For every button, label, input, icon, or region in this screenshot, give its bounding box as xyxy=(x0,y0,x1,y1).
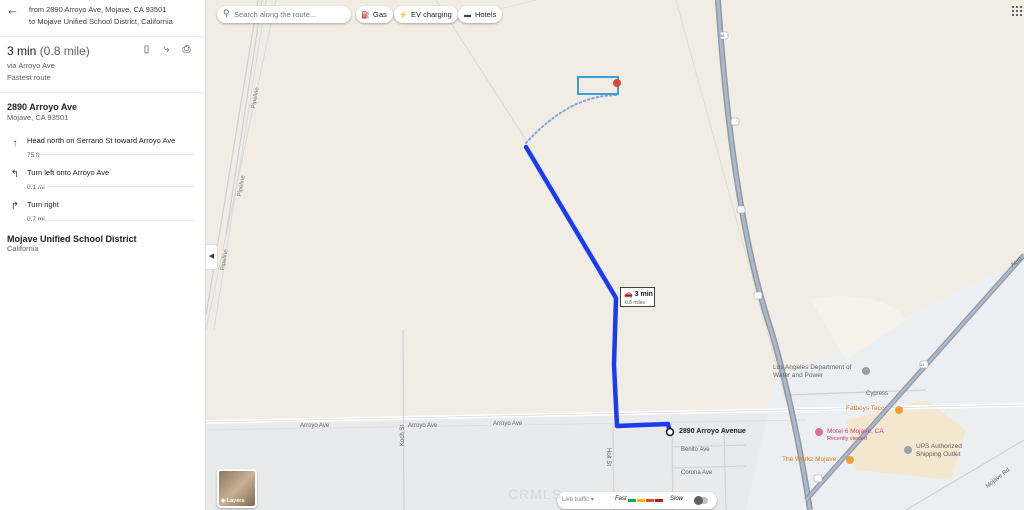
directions-panel: ← from 2890 Arroyo Ave, Mojave, CA 93501… xyxy=(0,0,206,510)
chevron-down-icon: ▾ xyxy=(590,497,594,503)
watermark: CRMLS xyxy=(508,486,563,502)
traffic-legend: Live traffic ▾ Fast Slow xyxy=(557,492,717,509)
layers-label: ◈ Layers xyxy=(221,498,245,504)
street-label-corona-ave: Corona Ave xyxy=(681,470,713,476)
traffic-swatch xyxy=(637,499,645,502)
map-graphics xyxy=(206,0,1024,510)
street-label-arroyo-ave: Arroyo Ave xyxy=(493,421,523,427)
traffic-fast-label: Fast xyxy=(615,496,627,502)
turn-right-icon: ↱ xyxy=(10,201,20,212)
traffic-slow-label: Slow xyxy=(670,496,684,502)
chip-label: Gas xyxy=(373,10,387,19)
start-address-subtitle: Mojave, CA 93501 xyxy=(7,113,69,122)
route-type: Fastest route xyxy=(7,73,51,82)
traffic-toggle[interactable] xyxy=(694,496,708,505)
step-text: Turn right xyxy=(27,200,59,209)
chip-ev-charging[interactable]: ⚡ EV charging xyxy=(394,6,458,23)
origin-text[interactable]: from 2890 Arroyo Ave, Mojave, CA 93501 xyxy=(29,5,166,14)
destination-pin-icon[interactable] xyxy=(613,79,621,87)
layers-text: Layers xyxy=(226,498,245,504)
toggle-knob xyxy=(694,496,703,505)
gas-station-icon: ⛽ xyxy=(361,12,370,19)
street-label-benito-ave: Benito Ave xyxy=(681,447,710,453)
chip-hotels[interactable]: ▬ Hotels xyxy=(458,6,503,23)
step-divider xyxy=(38,154,194,155)
search-input[interactable] xyxy=(234,8,346,20)
highway-shield xyxy=(736,205,746,214)
turn-left-icon: ↰ xyxy=(10,169,20,180)
callout-time: 🚗 3 min xyxy=(624,290,653,298)
route-distance: (0.8 mile) xyxy=(39,44,90,58)
origin-marker-icon[interactable] xyxy=(665,427,675,437)
step-text: Head north on Serrano St toward Arroyo A… xyxy=(27,136,176,145)
print-icon[interactable]: ⎙ xyxy=(181,44,192,56)
poi-label-ups[interactable]: UPS Authorized Shipping Outlet xyxy=(916,443,976,459)
bed-icon: ▬ xyxy=(464,12,471,19)
traffic-label-text: Live traffic xyxy=(562,497,590,503)
chip-label: EV charging xyxy=(411,10,452,19)
back-arrow-icon[interactable]: ← xyxy=(6,3,20,17)
poi-restaurant-icon[interactable] xyxy=(846,456,854,464)
destination-title: Mojave Unified School District xyxy=(7,234,137,244)
poi-label-motel6[interactable]: Motel 6 Mojave, CA xyxy=(827,428,884,435)
maps-directions-screen: ← from 2890 Arroyo Ave, Mojave, CA 93501… xyxy=(0,0,1024,510)
traffic-swatch xyxy=(628,499,636,502)
traffic-scale xyxy=(628,499,663,502)
poi-label-ladwp[interactable]: Los Angeles Department of Water and Powe… xyxy=(773,364,863,380)
route-duration: 3 min xyxy=(7,44,37,58)
divider xyxy=(0,92,206,93)
send-to-phone-icon[interactable]: ▯ xyxy=(141,44,152,56)
share-icon[interactable]: ⤷ xyxy=(161,44,172,56)
destination-subtitle: California xyxy=(7,244,39,253)
street-label-cypress: Cypress xyxy=(866,391,889,397)
ev-charging-icon: ⚡ xyxy=(399,12,408,19)
step-divider xyxy=(38,186,194,187)
route-summary: 3 min (0.8 mile) xyxy=(7,44,90,58)
arrow-up-icon: ↑ xyxy=(12,138,18,149)
chip-gas[interactable]: ⛽ Gas xyxy=(356,6,393,23)
destination-text[interactable]: to Mojave Unified School District, Calif… xyxy=(29,17,173,26)
traffic-swatch xyxy=(646,499,654,502)
search-along-route[interactable]: ⚲ xyxy=(217,6,351,23)
callout-time-text: 3 min xyxy=(634,291,653,298)
callout-distance: 0.8 miles xyxy=(625,300,646,306)
poi-shipping-icon[interactable] xyxy=(904,446,912,454)
poi-government-icon[interactable] xyxy=(862,367,870,375)
divider xyxy=(0,36,206,37)
step-divider xyxy=(38,220,194,221)
highway-shield-label: 14 xyxy=(920,362,925,367)
start-address-title: 2890 Arroyo Ave xyxy=(7,102,78,112)
route-via: via Arroyo Ave xyxy=(7,61,55,70)
search-icon: ⚲ xyxy=(223,8,230,18)
collapse-panel-button[interactable]: ◀ xyxy=(206,244,218,270)
traffic-swatch xyxy=(655,499,663,502)
layers-icon: ◈ xyxy=(221,498,226,504)
street-label-holt-st: Holt St xyxy=(605,448,611,467)
apps-grid-icon[interactable] xyxy=(1012,6,1022,16)
poi-label-fatboys[interactable]: Fatboys Taco xyxy=(846,405,885,412)
highway-shield xyxy=(730,117,740,126)
highway-shield-label: 58 xyxy=(720,33,725,38)
street-label-koch-st: Koch St xyxy=(400,424,406,446)
car-icon: 🚗 xyxy=(624,291,633,298)
poi-label-motel6-sub: Recently viewed xyxy=(827,436,868,442)
street-label-arroyo-ave: Arroyo Ave xyxy=(408,423,438,429)
highway-shield xyxy=(753,291,763,300)
poi-label-workz[interactable]: The Workz Mojave xyxy=(782,456,836,463)
poi-restaurant-icon[interactable] xyxy=(895,406,903,414)
traffic-label[interactable]: Live traffic ▾ xyxy=(562,496,594,503)
address-label[interactable]: 2890 Arroyo Avenue xyxy=(679,428,746,435)
poi-hotel-icon[interactable] xyxy=(815,428,823,436)
route-time-callout[interactable]: 🚗 3 min 0.8 miles xyxy=(620,287,655,307)
chip-label: Hotels xyxy=(475,10,497,19)
route-actions: ▯ ⤷ ⎙ xyxy=(141,44,192,56)
layers-button[interactable]: ◈ Layers xyxy=(217,469,257,508)
street-label-arroyo-ave: Arroyo Ave xyxy=(300,423,330,429)
map-canvas[interactable] xyxy=(206,0,1024,510)
highway-shield xyxy=(813,474,823,483)
step-text: Turn left onto Arroyo Ave xyxy=(27,168,110,177)
